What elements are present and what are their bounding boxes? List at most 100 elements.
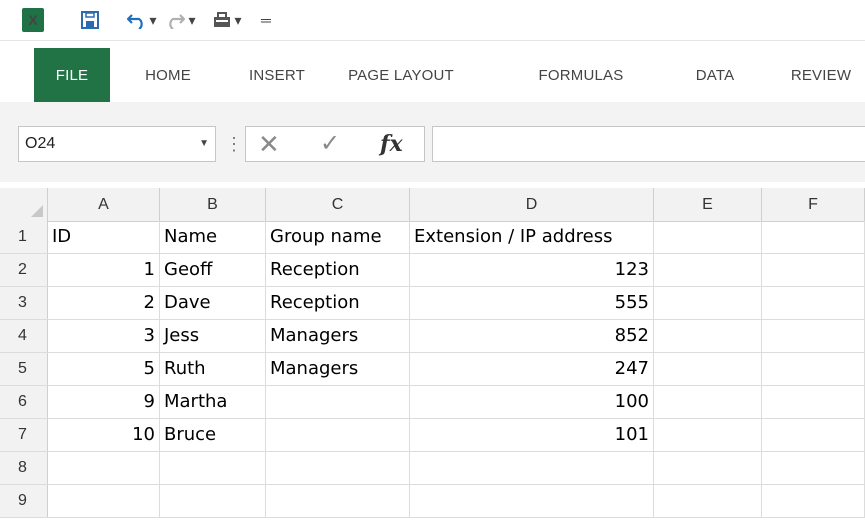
cell[interactable]: 2 — [48, 287, 160, 319]
cell[interactable] — [410, 452, 654, 484]
cell[interactable]: Bruce — [160, 419, 266, 451]
cell[interactable] — [762, 254, 865, 286]
tab-insert[interactable]: INSERT — [232, 48, 322, 102]
cell[interactable] — [654, 485, 762, 517]
cell[interactable] — [654, 221, 762, 253]
cell[interactable]: 100 — [410, 386, 654, 418]
cell[interactable] — [762, 386, 865, 418]
cell[interactable]: Group name — [266, 221, 410, 253]
undo-icon[interactable] — [125, 8, 149, 32]
cell[interactable] — [160, 485, 266, 517]
tab-file[interactable]: FILE — [34, 48, 110, 102]
excel-logo-label: X — [28, 12, 38, 28]
cell[interactable] — [654, 452, 762, 484]
cell[interactable]: Dave — [160, 287, 266, 319]
cell[interactable]: Reception — [266, 254, 410, 286]
cell[interactable] — [266, 452, 410, 484]
column-header-f[interactable]: F — [762, 188, 865, 221]
cell[interactable]: 3 — [48, 320, 160, 352]
table-row: 4 3 Jess Managers 852 — [0, 320, 865, 353]
insert-function-icon[interactable]: fx — [380, 127, 403, 161]
cell[interactable] — [762, 353, 865, 385]
cell[interactable]: Geoff — [160, 254, 266, 286]
redo-icon[interactable] — [163, 8, 187, 32]
column-header-d[interactable]: D — [410, 188, 654, 221]
tab-formulas[interactable]: FORMULAS — [520, 48, 642, 102]
cell[interactable]: 5 — [48, 353, 160, 385]
save-icon[interactable] — [80, 8, 100, 32]
cell[interactable] — [654, 386, 762, 418]
tab-review[interactable]: REVIEW — [780, 48, 862, 102]
clipboard-icon[interactable] — [210, 8, 234, 32]
cell[interactable] — [762, 221, 865, 253]
cell[interactable] — [762, 287, 865, 319]
cell[interactable]: ID — [48, 221, 160, 253]
select-all-button[interactable] — [0, 188, 48, 221]
row-header[interactable]: 1 — [0, 221, 48, 253]
row-header[interactable]: 4 — [0, 320, 48, 352]
table-row: 1 ID Name Group name Extension / IP address — [0, 221, 865, 254]
row-header[interactable]: 9 — [0, 485, 48, 517]
cell[interactable] — [654, 419, 762, 451]
row-header[interactable]: 8 — [0, 452, 48, 484]
column-header-row: A B C D E F — [0, 188, 865, 222]
cancel-icon[interactable]: ✕ — [258, 129, 280, 159]
formula-buttons: ✕ ✓ fx — [245, 126, 425, 162]
select-all-icon — [31, 205, 43, 217]
cell[interactable]: Managers — [266, 320, 410, 352]
tab-data[interactable]: DATA — [678, 48, 752, 102]
customize-icon[interactable]: ═ — [258, 8, 274, 32]
cell[interactable] — [654, 353, 762, 385]
undo-dropdown-icon[interactable]: ▾ — [147, 8, 159, 32]
column-header-a[interactable]: A — [48, 188, 160, 221]
cell[interactable]: Name — [160, 221, 266, 253]
cell[interactable] — [410, 485, 654, 517]
cell[interactable]: 852 — [410, 320, 654, 352]
cell[interactable] — [266, 386, 410, 418]
row-header[interactable]: 6 — [0, 386, 48, 418]
column-header-e[interactable]: E — [654, 188, 762, 221]
cell[interactable]: Jess — [160, 320, 266, 352]
cell[interactable] — [762, 452, 865, 484]
cell[interactable] — [266, 419, 410, 451]
cell[interactable] — [762, 419, 865, 451]
cell[interactable] — [654, 254, 762, 286]
redo-dropdown-icon[interactable]: ▾ — [186, 8, 198, 32]
cell[interactable]: 247 — [410, 353, 654, 385]
row-header[interactable]: 3 — [0, 287, 48, 319]
cell[interactable] — [654, 287, 762, 319]
resize-handle-icon[interactable]: ⋮ — [225, 130, 243, 158]
column-header-b[interactable]: B — [160, 188, 266, 221]
cell[interactable] — [654, 320, 762, 352]
row-header[interactable]: 2 — [0, 254, 48, 286]
cell[interactable]: 555 — [410, 287, 654, 319]
cell[interactable]: Ruth — [160, 353, 266, 385]
cell[interactable]: Martha — [160, 386, 266, 418]
cell[interactable] — [266, 485, 410, 517]
cell[interactable] — [762, 320, 865, 352]
cell[interactable]: Reception — [266, 287, 410, 319]
cell[interactable]: 10 — [48, 419, 160, 451]
cell[interactable] — [160, 452, 266, 484]
clipboard-dropdown-icon[interactable]: ▾ — [232, 8, 244, 32]
cell[interactable]: 9 — [48, 386, 160, 418]
cell[interactable] — [48, 452, 160, 484]
cell[interactable] — [762, 485, 865, 517]
cell[interactable]: 101 — [410, 419, 654, 451]
table-row: 6 9 Martha 100 — [0, 386, 865, 419]
name-box[interactable]: O24 ▼ — [18, 126, 216, 162]
row-header[interactable]: 7 — [0, 419, 48, 451]
column-header-c[interactable]: C — [266, 188, 410, 221]
tab-home[interactable]: HOME — [124, 48, 212, 102]
cell[interactable]: Extension / IP address — [410, 221, 654, 253]
cell[interactable]: 1 — [48, 254, 160, 286]
table-row: 3 2 Dave Reception 555 — [0, 287, 865, 320]
cell[interactable]: Managers — [266, 353, 410, 385]
chevron-down-icon[interactable]: ▼ — [199, 127, 209, 161]
cell[interactable] — [48, 485, 160, 517]
row-header[interactable]: 5 — [0, 353, 48, 385]
enter-icon[interactable]: ✓ — [320, 129, 340, 159]
formula-input[interactable] — [432, 126, 865, 162]
cell[interactable]: 123 — [410, 254, 654, 286]
tab-page-layout[interactable]: PAGE LAYOUT — [330, 48, 472, 102]
